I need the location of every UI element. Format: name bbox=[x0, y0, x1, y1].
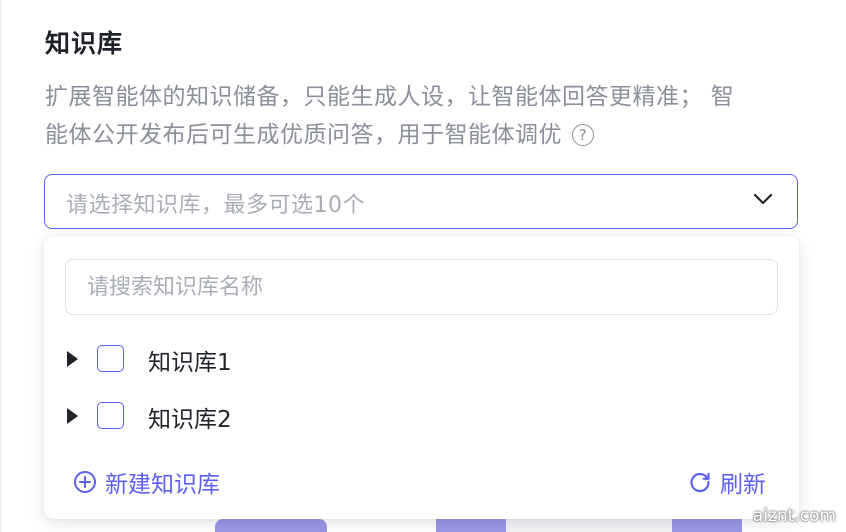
help-icon[interactable]: ? bbox=[572, 124, 594, 146]
description-line-2: 能体公开发布后可生成优质问答，用于智能体调优? bbox=[45, 116, 805, 154]
section-title: 知识库 bbox=[45, 29, 124, 58]
select-placeholder: 请选择知识库，最多可选10个 bbox=[66, 193, 365, 218]
list-item-kb-2[interactable]: 知识库2 bbox=[44, 396, 799, 436]
knowledge-base-select[interactable]: 请选择知识库，最多可选10个 bbox=[44, 174, 798, 229]
list-item-label: 知识库1 bbox=[148, 350, 232, 376]
section-description: 扩展智能体的知识储备，只能生成人设，让智能体回答更精准； 智 能体公开发布后可生… bbox=[45, 78, 805, 154]
expand-arrow-icon[interactable] bbox=[67, 408, 78, 424]
chevron-down-icon[interactable] bbox=[753, 192, 773, 206]
list-item-label: 知识库2 bbox=[148, 407, 232, 433]
panel-border bbox=[0, 0, 2, 532]
create-knowledge-base-label: 新建知识库 bbox=[105, 472, 220, 498]
refresh-button[interactable]: 刷新 bbox=[688, 465, 766, 499]
description-line-1: 扩展智能体的知识储备，只能生成人设，让智能体回答更精准； 智 bbox=[45, 84, 735, 110]
refresh-icon bbox=[690, 472, 710, 493]
description-line-2-text: 能体公开发布后可生成优质问答，用于智能体调优 bbox=[45, 122, 562, 148]
checkbox[interactable] bbox=[97, 402, 124, 429]
refresh-label: 刷新 bbox=[720, 472, 766, 498]
thumbnail-strip-2 bbox=[436, 519, 506, 532]
list-item-kb-1[interactable]: 知识库1 bbox=[44, 339, 799, 379]
create-knowledge-base-button[interactable]: 新建知识库 bbox=[73, 465, 220, 499]
thumbnail-strip-1 bbox=[215, 519, 327, 532]
search-input[interactable] bbox=[65, 259, 778, 315]
knowledge-base-dropdown: 知识库1 知识库2 新建知识库 刷新 bbox=[44, 236, 799, 519]
expand-arrow-icon[interactable] bbox=[67, 351, 78, 367]
watermark: aiznt.com bbox=[752, 506, 836, 526]
checkbox[interactable] bbox=[97, 345, 124, 372]
thumbnail-strip-3 bbox=[506, 519, 672, 532]
plus-circle-icon bbox=[74, 471, 96, 493]
thumbnail-strip-4 bbox=[672, 519, 742, 532]
